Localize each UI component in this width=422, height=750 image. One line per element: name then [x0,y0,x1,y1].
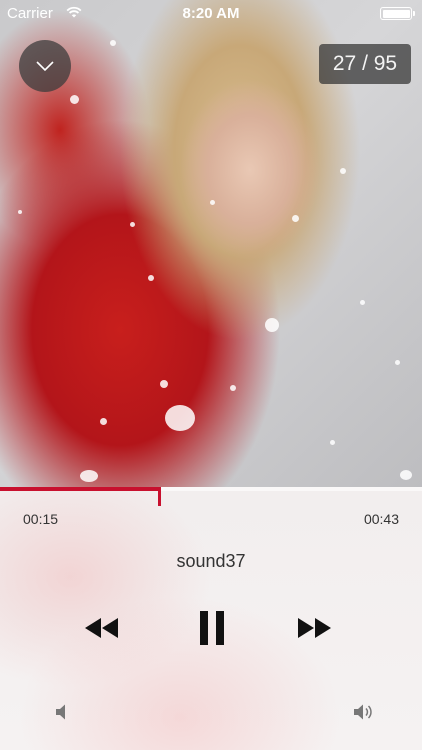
status-bar: Carrier 8:20 AM [0,0,422,28]
progress-bar[interactable] [0,487,422,491]
rewind-icon [85,618,118,638]
elapsed-time: 00:15 [23,511,59,527]
fast-forward-icon [298,618,331,638]
track-counter: 27 / 95 [319,44,411,84]
volume-low-icon[interactable] [54,703,70,721]
total-time: 00:43 [363,511,399,527]
pause-icon [200,611,224,645]
progress-thumb[interactable] [158,487,161,506]
collapse-button[interactable] [19,40,71,92]
player-panel: 00:15 00:43 sound37 [0,487,422,750]
status-time: 8:20 AM [182,5,240,22]
volume-high-icon[interactable] [353,703,373,721]
rewind-button[interactable] [80,613,124,643]
progress-fill [0,487,160,491]
chevron-down-icon [36,61,54,72]
fast-forward-button[interactable] [292,613,336,643]
pause-button[interactable] [190,607,234,649]
track-title: sound37 [176,551,246,571]
battery-icon [380,7,415,20]
